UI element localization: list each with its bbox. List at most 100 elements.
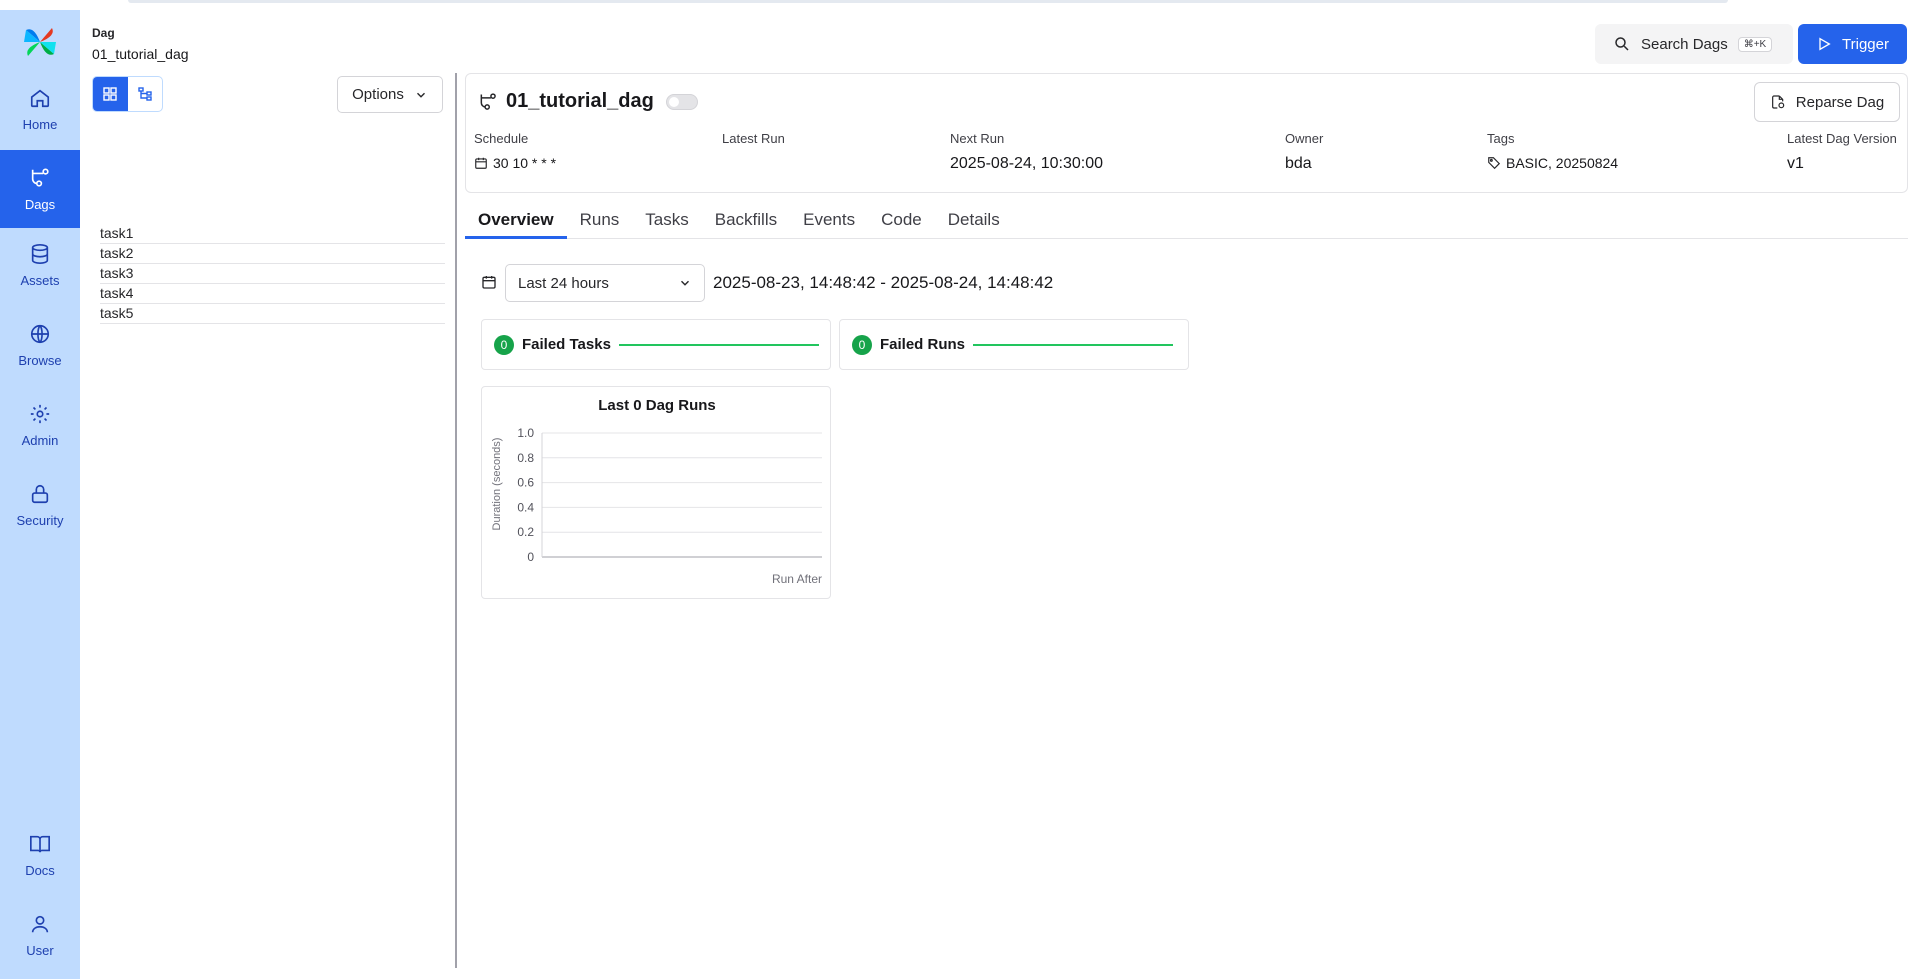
chart-y-tick-label: 0.2 [517,525,534,539]
chart-y-tick-label: 0.6 [517,476,534,490]
task-row[interactable]: task2 [100,244,445,264]
grid-icon [103,87,117,101]
time-range-select[interactable]: Last 24 hours [505,264,705,302]
tab-events[interactable]: Events [790,205,868,239]
chart-x-axis-label: Run After [772,572,822,586]
graph-icon [138,87,152,101]
calendar-icon [475,157,487,169]
nav-user-label: User [26,942,54,958]
nav-admin[interactable]: Admin [0,386,80,464]
failed-runs-card[interactable]: 0 Failed Runs [839,319,1189,370]
next-run-label: Next Run [950,131,1005,146]
book-icon [30,835,50,852]
dag-runs-chart-card: Last 0 Dag Runs 0 0.2 0.4 0.6 0.8 1.0 Duratio… [481,386,831,599]
latest-run-label: Latest Run [722,131,785,146]
chevron-down-icon [681,280,689,286]
meta-tags: Tags BASIC, 20250824 [1487,131,1618,171]
dag-header-card: 01_tutorial_dag Reparse Dag Schedule 30 … [465,73,1908,193]
failed-tasks-label: Failed Tasks [522,336,611,353]
owner-label: Owner [1285,131,1324,146]
nav-browse-label: Browse [18,352,62,368]
tab-tasks[interactable]: Tasks [632,205,701,239]
tab-details[interactable]: Details [935,205,1013,239]
tags-label: Tags [1487,131,1515,146]
task-row[interactable]: task3 [100,264,445,284]
nav-security-label: Security [16,512,64,528]
nav-assets[interactable]: Assets [0,226,80,304]
tab-code[interactable]: Code [868,205,935,239]
home-icon [30,89,50,107]
tab-backfills[interactable]: Backfills [702,205,790,239]
task-row[interactable]: task1 [100,224,445,244]
trigger-button[interactable]: Trigger [1798,24,1907,64]
search-shortcut: ⌘+K [1737,36,1773,52]
play-icon [1819,37,1831,51]
dag-title: 01_tutorial_dag [478,90,698,113]
options-label: Options [352,86,404,103]
tag-icon [1488,157,1501,170]
nav-browse[interactable]: Browse [0,306,80,384]
breadcrumb-dag-name[interactable]: 01_tutorial_dag [92,46,189,62]
view-toggle [92,76,163,112]
tags-value: BASIC, 20250824 [1487,155,1618,171]
top-scroll-bar [128,0,1728,3]
meta-next-run: Next Run 2025-08-24, 10:30:00 [950,131,1103,173]
task-row[interactable]: task5 [100,304,445,324]
failed-tasks-card[interactable]: 0 Failed Tasks [481,319,831,370]
lock-icon [31,484,49,503]
dag-icon [31,167,49,187]
top-strip [0,0,1920,10]
version-label: Latest Dag Version [1787,131,1897,146]
dag-tabs: Overview Runs Tasks Backfills Events Cod… [465,205,1908,239]
nav-home-label: Home [22,116,58,132]
time-range-text: 2025-08-23, 14:48:42 - 2025-08-24, 14:48… [713,273,1054,292]
time-range-value: Last 24 hours [518,274,609,292]
nav-user[interactable]: User [0,896,80,974]
failed-runs-count: 0 [852,334,872,355]
nav-home[interactable]: Home [0,70,80,148]
database-icon [31,243,49,264]
reparse-dag-button[interactable]: Reparse Dag [1754,82,1900,122]
panel-resize-handle[interactable] [455,73,457,968]
chart-y-tick-label: 0 [527,550,534,564]
calendar-icon [482,276,496,289]
meta-version: Latest Dag Version v1 [1787,131,1897,173]
trigger-label: Trigger [1842,35,1889,53]
next-run-value: 2025-08-24, 10:30:00 [950,155,1104,172]
nav-docs-label: Docs [25,862,55,878]
nav-dags[interactable]: Dags [0,150,80,228]
meta-schedule: Schedule 30 10 * * * [474,131,556,171]
dag-title-text: 01_tutorial_dag [506,90,654,112]
reparse-dag-label: Reparse Dag [1795,93,1885,111]
chart-y-tick-label: 0.4 [517,500,534,514]
meta-owner: Owner bda [1285,131,1323,173]
graph-view-button[interactable] [128,77,163,111]
chevron-down-icon [416,92,425,98]
nav-admin-label: Admin [21,432,59,448]
airflow-logo[interactable] [20,22,60,62]
options-button[interactable]: Options [337,76,443,113]
task-row[interactable]: task4 [100,284,445,304]
nav-dags-label: Dags [24,196,56,212]
tags-text: BASIC, 20250824 [1506,155,1619,171]
chart-y-tick-label: 1.0 [517,426,534,440]
chart-y-tick-label: 0.8 [517,451,534,465]
nav-docs[interactable]: Docs [0,816,80,894]
tab-runs[interactable]: Runs [567,205,633,239]
sidebar: Home Dags Assets Browse Admin Security D… [0,10,80,979]
globe-icon [30,324,50,343]
schedule-cron: 30 10 * * * [493,155,557,171]
task-list: task1 task2 task3 task4 task5 [100,224,445,324]
gear-icon [30,404,50,423]
dag-pause-toggle[interactable] [665,93,698,110]
owner-value[interactable]: bda [1285,155,1323,173]
breadcrumb-label: Dag [92,26,115,40]
nav-security[interactable]: Security [0,466,80,544]
failed-runs-label: Failed Runs [880,336,966,353]
version-value: v1 [1787,155,1804,172]
search-dags-button[interactable]: Search Dags ⌘+K [1595,24,1793,64]
nav-assets-label: Assets [20,272,60,288]
dag-runs-chart: 0 0.2 0.4 0.6 0.8 1.0 Duration (seconds) Run … [491,426,822,586]
tab-overview[interactable]: Overview [465,205,567,239]
grid-view-button[interactable] [93,77,128,111]
